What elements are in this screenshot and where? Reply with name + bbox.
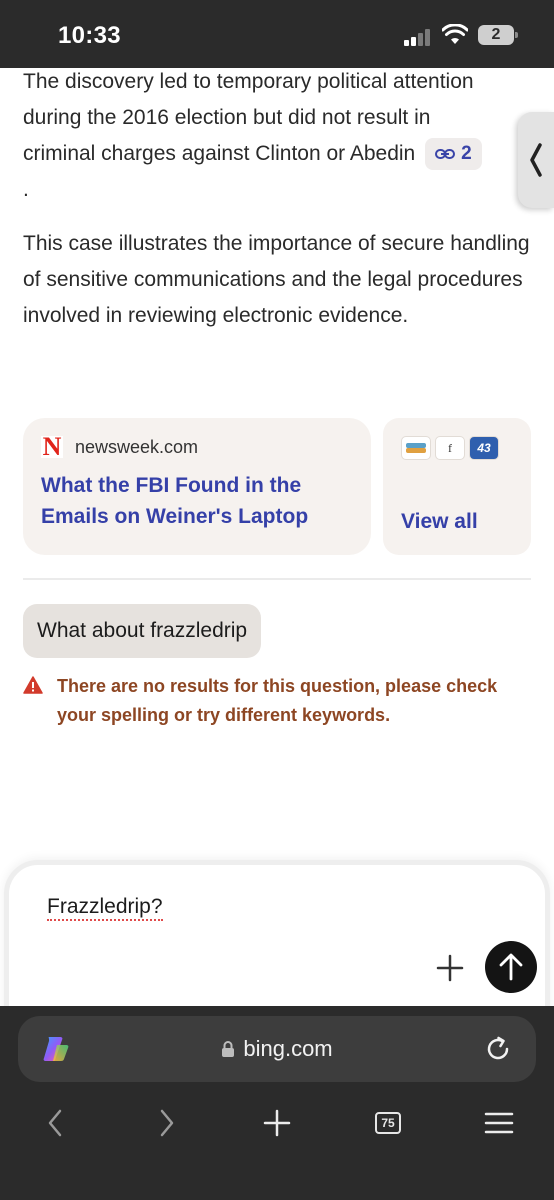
reload-icon[interactable] xyxy=(482,1033,514,1065)
view-all-label[interactable]: View all xyxy=(401,510,478,534)
send-button[interactable] xyxy=(485,941,537,993)
new-tab-button[interactable] xyxy=(255,1101,299,1145)
source-icons: f 43 xyxy=(401,436,513,460)
trailing-period: . xyxy=(23,178,29,201)
status-time: 10:33 xyxy=(58,22,121,49)
hamburger-menu-icon xyxy=(484,1112,514,1134)
wifi-icon xyxy=(442,24,468,44)
forward-button[interactable] xyxy=(145,1101,189,1145)
status-bar: 10:33 2 xyxy=(0,0,554,68)
citation-chip[interactable]: 2 xyxy=(425,138,482,171)
navigation-bar: 75 xyxy=(0,1101,554,1145)
answer-line: during the 2016 election but did not res… xyxy=(23,106,431,129)
chevron-right-icon xyxy=(160,1109,174,1137)
add-attachment-button[interactable] xyxy=(433,951,467,985)
view-all-card[interactable]: f 43 View all xyxy=(383,418,531,555)
chat-content: The discovery led to temporary political… xyxy=(0,68,554,1006)
divider xyxy=(23,578,531,580)
side-panel-handle[interactable] xyxy=(518,112,554,208)
answer-line: criminal charges against Clinton or Abed… xyxy=(23,136,543,172)
chevron-left-icon xyxy=(48,1109,62,1137)
error-message: There are no results for this question, … xyxy=(23,672,538,730)
composer-input[interactable]: Frazzledrip? xyxy=(47,895,163,921)
battery-indicator: 2 xyxy=(478,25,518,45)
source-title[interactable]: What the FBI Found in the Emails on Wein… xyxy=(41,470,353,532)
lock-icon xyxy=(222,1041,235,1057)
answer-paragraph: The discovery led to temporary political… xyxy=(23,68,543,172)
message-composer[interactable]: Frazzledrip? xyxy=(4,860,550,1006)
answer-line-text: criminal charges against Clinton or Abed… xyxy=(23,142,416,165)
plus-icon xyxy=(263,1109,291,1137)
citation-count: 2 xyxy=(461,143,472,165)
tabs-button[interactable]: 75 xyxy=(366,1101,410,1145)
arrow-up-icon xyxy=(499,953,523,981)
answer-line: The discovery led to temporary political… xyxy=(23,70,474,93)
back-button[interactable] xyxy=(33,1101,77,1145)
stack-icon xyxy=(401,436,431,460)
url-text: bing.com xyxy=(243,1036,333,1061)
facebook-f-icon: f xyxy=(435,436,465,460)
chevron-left-icon xyxy=(530,143,542,177)
cellular-signal-icon xyxy=(404,28,434,46)
link-icon xyxy=(435,149,456,160)
menu-button[interactable] xyxy=(477,1101,521,1145)
browser-toolbar: bing.com 75 xyxy=(0,1006,554,1200)
user-message-bubble: What about frazzledrip xyxy=(23,604,262,658)
newsweek-logo-icon: N xyxy=(41,432,63,461)
error-text: There are no results for this question, … xyxy=(57,676,498,725)
answer-paragraph-2: This case illustrates the importance of … xyxy=(23,232,530,327)
channel-43-icon: 43 xyxy=(469,436,499,460)
address-bar[interactable]: bing.com xyxy=(18,1016,536,1082)
source-domain: newsweek.com xyxy=(75,436,199,457)
warning-icon xyxy=(23,676,43,694)
url-display[interactable]: bing.com xyxy=(18,1016,536,1082)
tab-count: 75 xyxy=(375,1112,401,1134)
source-card[interactable]: N newsweek.com What the FBI Found in the… xyxy=(23,418,371,555)
